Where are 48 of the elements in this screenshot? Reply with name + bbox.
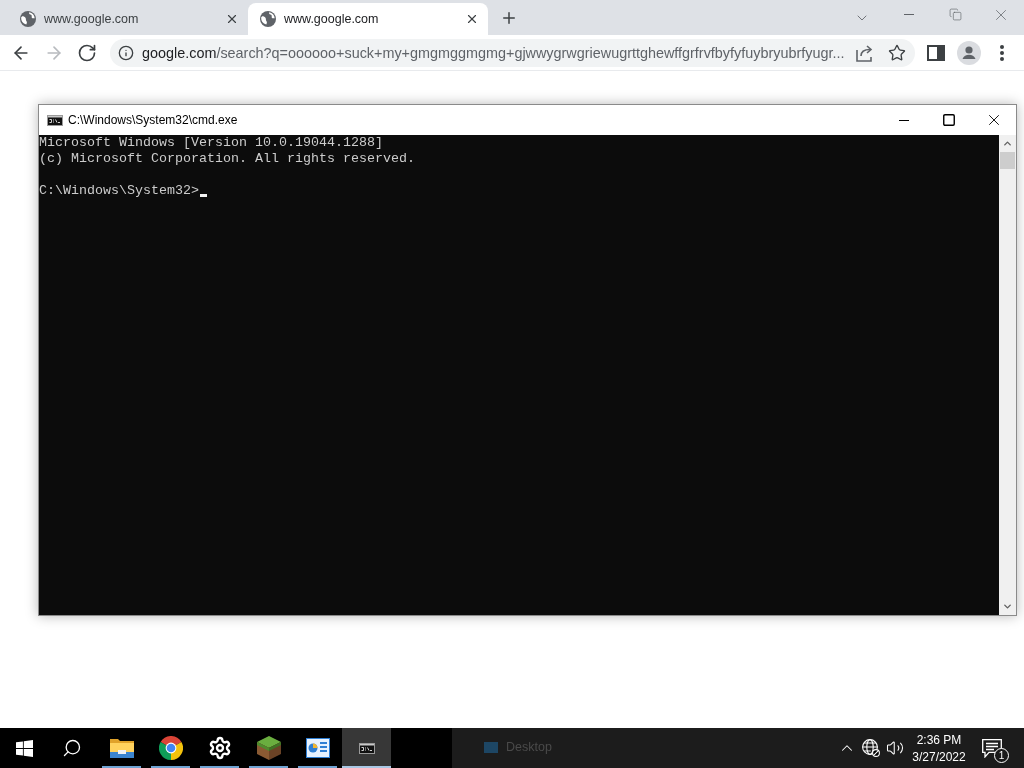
menu-icon	[1000, 44, 1004, 61]
taskbar-button[interactable]	[342, 728, 391, 768]
command-prompt: C:\Windows\System32>	[39, 183, 199, 199]
tab-title: www.google.com	[44, 12, 140, 26]
close-icon	[465, 12, 479, 26]
window-title: C:\Windows\System32\cmd.exe	[68, 113, 238, 127]
chevron-up-icon	[1002, 138, 1013, 149]
share-icon	[856, 43, 874, 62]
console-output-line: Microsoft Windows [Version 10.0.19044.1288]	[39, 135, 383, 151]
notification-icon	[982, 738, 1002, 758]
minimize-icon	[898, 119, 909, 121]
close-icon	[225, 12, 239, 26]
chevron-down-icon	[1002, 601, 1013, 612]
terminal-icon	[47, 114, 63, 126]
network-globe-icon	[862, 739, 880, 757]
scrollbar-thumb[interactable]	[1000, 152, 1015, 169]
chart-window-icon	[305, 738, 330, 758]
tab-title: www.google.com	[284, 12, 380, 26]
terminal-icon	[358, 742, 375, 754]
browser-tab[interactable]: www.google.com	[248, 3, 488, 35]
maximize-icon	[941, 113, 956, 127]
folder-icon	[109, 738, 134, 758]
search-icon	[62, 738, 82, 758]
browser-tab[interactable]: www.google.com	[8, 3, 248, 35]
address-bar[interactable]: google.com/search?q=oooooo+suck+my+gmgmggmgmg+gjwwygrwgriewugrttghewffgrfrvfbyfyfuybryubrfyugr...	[110, 38, 915, 67]
url-text: google.com/search?q=oooooo+suck+my+gmgmggmgmg+gjwwygrwgriewugrttghewffgrfrvfbyfyfuybryubrfyugr...	[142, 44, 846, 61]
desktop-icon	[484, 741, 498, 753]
globe-icon	[260, 11, 276, 27]
restore-icon	[948, 8, 962, 21]
minimize-icon	[904, 14, 914, 15]
profile-avatar-icon	[957, 40, 981, 65]
text-cursor	[199, 194, 207, 197]
globe-icon	[20, 11, 36, 27]
reload-icon	[77, 42, 97, 63]
info-icon[interactable]	[118, 44, 134, 61]
notification-button[interactable]: 1	[971, 728, 1013, 768]
console-area[interactable]: Microsoft Windows [Version 10.0.19044.1288] (c) Microsoft Corporation. All rights reserved. C:\Windows\System32>	[39, 135, 1016, 615]
clock-button[interactable]: 2:36 PM 3/27/2022	[907, 728, 971, 768]
gear-icon	[207, 736, 232, 760]
star-icon	[888, 43, 906, 62]
scrollbar[interactable]	[999, 135, 1016, 615]
windows-logo-icon	[15, 739, 33, 757]
grass-block-icon	[256, 736, 281, 760]
notification-count: 1	[994, 748, 1009, 763]
side-panel-icon	[927, 44, 945, 61]
console-output-line: (c) Microsoft Corporation. All rights reserved.	[39, 151, 415, 167]
speaker-icon	[886, 739, 904, 757]
browser-logo-icon	[158, 736, 183, 760]
